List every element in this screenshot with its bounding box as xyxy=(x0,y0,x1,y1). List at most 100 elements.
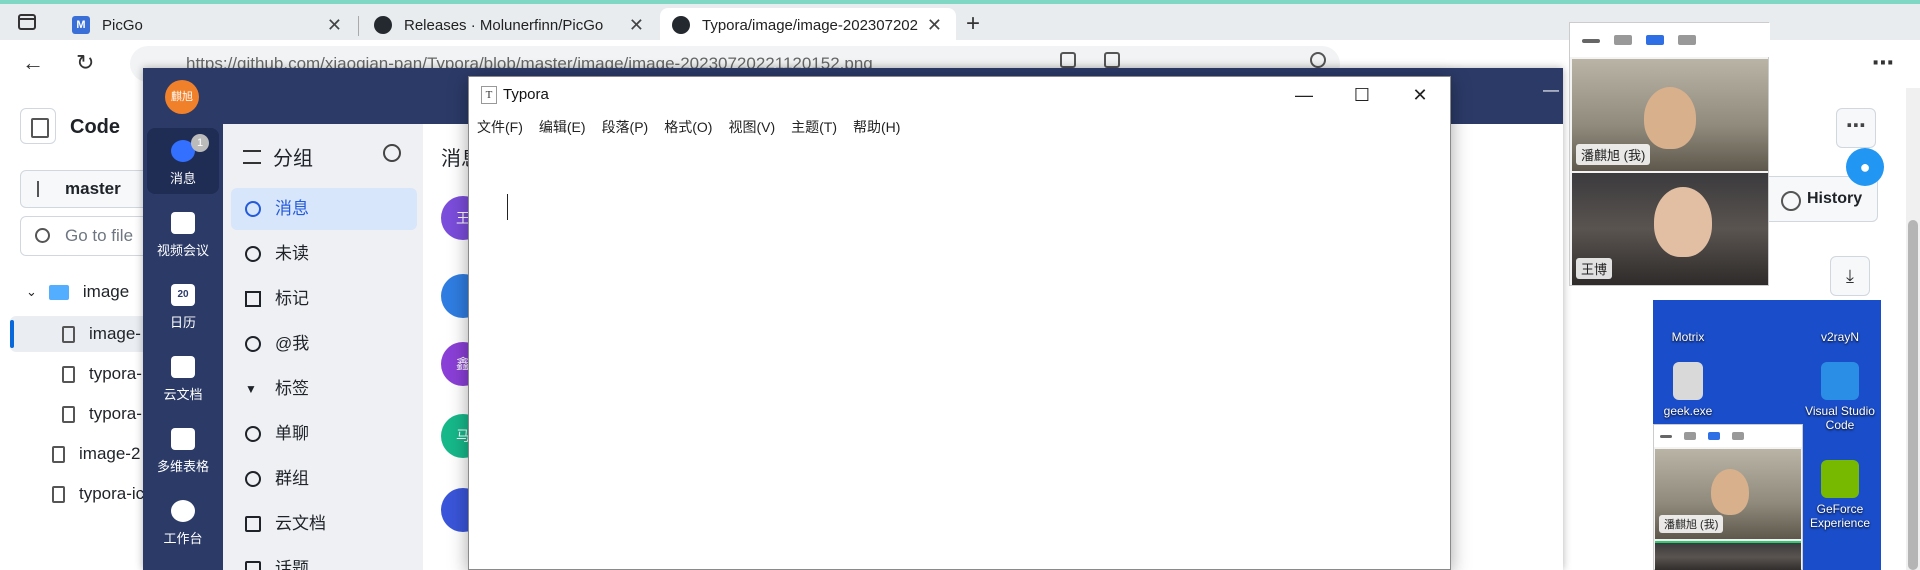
menu-file[interactable]: 文件(F) xyxy=(477,113,523,141)
video-tile[interactable]: 王博 xyxy=(1572,173,1768,285)
file-icon xyxy=(52,485,65,503)
tab-divider xyxy=(358,16,359,36)
video-call-panel: 潘麒旭 (我) 王博 xyxy=(1569,22,1770,286)
close-icon[interactable]: ✕ xyxy=(327,15,342,36)
menu-help[interactable]: 帮助(H) xyxy=(853,113,900,141)
nav-item-label: 群组 xyxy=(275,469,309,488)
minimize-icon[interactable] xyxy=(1582,39,1600,43)
nav-item-messages[interactable]: 消息 xyxy=(231,188,417,230)
tree-item-label: image- xyxy=(89,324,141,343)
tab-actions-icon[interactable] xyxy=(18,14,36,30)
tree-file[interactable]: typora- xyxy=(62,404,142,424)
close-icon[interactable]: ✕ xyxy=(629,15,644,36)
minimize-icon[interactable]: — xyxy=(1281,81,1327,109)
tab-typora-image[interactable]: Typora/image/image-202307202 ✕ xyxy=(660,8,956,42)
rail-item-docs[interactable]: 云文档 xyxy=(147,344,219,410)
tree-file[interactable]: typora-ic xyxy=(52,484,144,504)
nav-item-label: 话题 xyxy=(275,559,309,570)
more-options-button[interactable]: ⋯ xyxy=(1836,108,1876,148)
rail-item-label: 视频会议 xyxy=(156,243,209,258)
water-drop-icon[interactable]: ● xyxy=(1846,148,1884,186)
tree-file[interactable]: typora- xyxy=(62,364,142,384)
favorite-icon[interactable] xyxy=(1310,52,1326,68)
nav-item-labels[interactable]: ▼ 标签 xyxy=(231,368,417,410)
more-icon[interactable]: ⋯ xyxy=(1872,50,1894,76)
avatar[interactable]: 麒旭 xyxy=(165,80,199,114)
tab-releases[interactable]: Releases · Molunerfinn/PicGo ✕ xyxy=(362,8,658,42)
geek-icon xyxy=(1673,362,1703,400)
calendar-icon: 20 xyxy=(171,284,195,306)
grid-view-icon[interactable] xyxy=(1732,432,1744,440)
tree-folder-image[interactable]: ⌄ image xyxy=(26,282,129,302)
nav-item-direct[interactable]: 单聊 xyxy=(231,413,417,455)
nav-item-groups[interactable]: 群组 xyxy=(231,458,417,500)
nav-item-label: 标记 xyxy=(275,289,309,308)
rail-item-workplace[interactable]: 工作台 xyxy=(147,488,219,554)
window-mode-icon[interactable] xyxy=(1684,432,1696,440)
nav-item-flagged[interactable]: 标记 xyxy=(231,278,417,320)
github-icon xyxy=(374,16,392,34)
collapse-menu-icon[interactable] xyxy=(243,149,261,164)
menu-paragraph[interactable]: 段落(P) xyxy=(602,113,649,141)
minimize-icon[interactable] xyxy=(1660,435,1672,438)
collapse-sidebar-icon[interactable] xyxy=(20,108,56,144)
menu-theme[interactable]: 主题(T) xyxy=(791,113,837,141)
maximize-icon[interactable]: ☐ xyxy=(1339,81,1385,109)
desktop-icon-geforce[interactable]: GeForce Experience xyxy=(1805,460,1875,530)
code-title: Code xyxy=(70,116,120,138)
branch-selector[interactable]: master xyxy=(20,170,160,208)
video-tile[interactable]: 潘麒旭 (我) xyxy=(1655,449,1801,539)
video-tile[interactable]: 潘麒旭 (我) xyxy=(1572,59,1768,171)
group-nav-label: 分组 xyxy=(273,148,313,170)
nav-item-label: 云文档 xyxy=(275,514,326,533)
window-mode-icon[interactable] xyxy=(1614,35,1632,45)
new-tab-icon[interactable]: + xyxy=(966,10,980,38)
video-tile[interactable] xyxy=(1655,541,1801,570)
menu-view[interactable]: 视图(V) xyxy=(728,113,775,141)
nav-item-mentions[interactable]: @我 xyxy=(231,323,417,365)
lark-group-nav: 分组 消息 未读 标记 @我 ▼ 标签 单聊 群组 云文档 话题 xyxy=(223,124,423,570)
menu-edit[interactable]: 编辑(E) xyxy=(539,113,586,141)
list-view-icon[interactable] xyxy=(1646,35,1664,45)
split-view-icon[interactable] xyxy=(1060,52,1076,68)
go-to-file-input[interactable]: Go to file xyxy=(20,216,160,256)
refresh-icon[interactable]: ↻ xyxy=(76,50,94,76)
desktop-icon-vscode[interactable]: Visual Studio Code xyxy=(1805,362,1875,432)
search-icon xyxy=(35,228,50,243)
download-button[interactable]: ⤓ xyxy=(1830,256,1870,296)
list-view-icon[interactable] xyxy=(1708,432,1720,440)
apps-icon[interactable] xyxy=(1104,52,1120,68)
motrix-icon xyxy=(1669,300,1707,326)
menu-format[interactable]: 格式(O) xyxy=(664,113,712,141)
tree-file[interactable]: image-2 xyxy=(52,444,140,464)
gear-icon[interactable] xyxy=(383,144,401,162)
at-icon xyxy=(245,336,261,352)
nav-item-unread[interactable]: 未读 xyxy=(231,233,417,275)
github-icon xyxy=(672,16,690,34)
typora-logo-icon: T xyxy=(481,86,497,104)
file-icon xyxy=(62,405,75,423)
desktop-icon-motrix[interactable]: Motrix xyxy=(1653,300,1723,344)
nav-item-docs[interactable]: 云文档 xyxy=(231,503,417,545)
rail-item-messages[interactable]: 1 消息 xyxy=(147,128,219,194)
page-scrollbar[interactable] xyxy=(1908,220,1918,570)
rail-item-calendar[interactable]: 20 日历 xyxy=(147,272,219,338)
nav-item-label: @我 xyxy=(275,334,310,353)
back-icon[interactable]: ← xyxy=(22,50,44,76)
close-icon[interactable]: ✕ xyxy=(927,15,942,36)
tree-file[interactable]: image- xyxy=(62,324,141,344)
desktop-icon-v2rayn[interactable]: v2rayN xyxy=(1805,300,1875,344)
document-icon xyxy=(171,356,195,378)
desktop-icon-label: geek.exe xyxy=(1663,404,1713,418)
minimize-icon[interactable]: — xyxy=(1543,82,1559,100)
table-icon xyxy=(171,428,195,450)
mini-video-call-panel: 潘麒旭 (我) xyxy=(1653,424,1803,570)
rail-item-video-meeting[interactable]: 视频会议 xyxy=(147,200,219,266)
desktop-icon-geek[interactable]: geek.exe xyxy=(1653,362,1723,418)
tab-picgo[interactable]: M PicGo ✕ xyxy=(60,8,356,42)
nav-item-topics[interactable]: 话题 xyxy=(231,548,417,570)
close-icon[interactable]: ✕ xyxy=(1397,81,1443,109)
rail-item-base[interactable]: 多维表格 xyxy=(147,416,219,482)
grid-view-icon[interactable] xyxy=(1678,35,1696,45)
text-cursor[interactable] xyxy=(507,194,508,220)
